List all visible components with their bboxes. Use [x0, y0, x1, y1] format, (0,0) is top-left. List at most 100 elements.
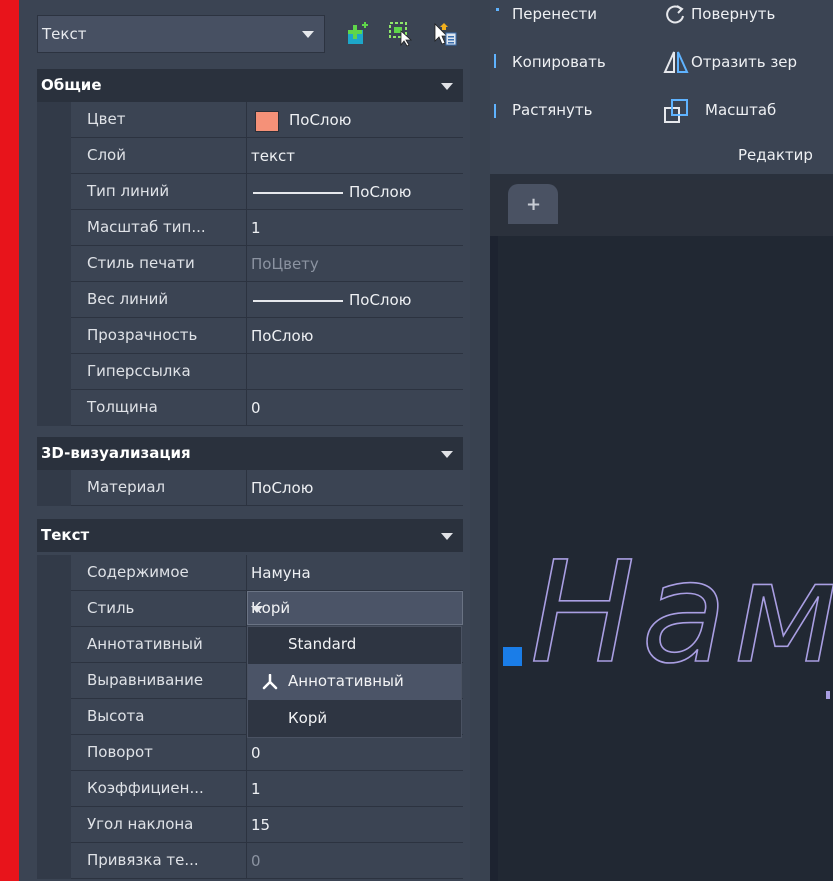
property-row-contents[interactable]: Содержимое Намуна: [37, 555, 463, 591]
chevron-down-icon[interactable]: [251, 606, 263, 613]
text-fragment: [826, 691, 830, 699]
property-label: Прозрачность: [87, 326, 198, 344]
property-label: Материал: [87, 478, 166, 496]
quick-select-icon[interactable]: [432, 21, 458, 47]
collapse-arrow-icon[interactable]: [441, 451, 453, 458]
linetype-preview: [253, 192, 343, 194]
style-dropdown-list[interactable]: Standard Аннотативный Корй: [247, 626, 462, 738]
property-row-linetype[interactable]: Тип линий ПоСлою: [37, 174, 463, 210]
property-value: ПоСлою: [251, 327, 314, 345]
mirror-icon[interactable]: [663, 50, 689, 74]
property-value: ПоСлою: [289, 111, 352, 129]
red-window-border: [0, 0, 19, 881]
property-label: Гиперссылка: [87, 362, 191, 380]
property-label: Содержимое: [87, 563, 189, 581]
property-row-layer[interactable]: Слой текст: [37, 138, 463, 174]
object-type-combo[interactable]: Текст: [37, 15, 325, 53]
property-label: Высота: [87, 707, 145, 725]
mirror-button[interactable]: Отразить зер: [691, 53, 797, 71]
section-title: Текст: [41, 526, 90, 544]
property-row-width-factor[interactable]: Коэффициен... 1: [37, 771, 463, 807]
section-title: Общие: [41, 76, 102, 94]
style-option-annotative[interactable]: Аннотативный: [248, 664, 461, 700]
option-label: Корй: [288, 709, 328, 727]
collapse-arrow-icon[interactable]: [441, 533, 453, 540]
property-row-plot-style[interactable]: Стиль печати ПоЦвету: [37, 246, 463, 282]
property-value: ПоСлою: [349, 291, 412, 309]
property-row-thickness[interactable]: Толщина 0: [37, 390, 463, 426]
property-row-linetype-scale[interactable]: Масштаб тип... 1: [37, 210, 463, 246]
object-type-value: Текст: [42, 25, 87, 43]
property-row-style[interactable]: Стиль Корй: [37, 591, 463, 627]
section-3d-visualization[interactable]: 3D-визуализация: [37, 437, 463, 470]
property-label: Угол наклона: [87, 815, 194, 833]
property-row-material[interactable]: Материал ПоСлою: [37, 470, 463, 506]
select-objects-icon[interactable]: [388, 21, 414, 47]
collapse-arrow-icon[interactable]: [441, 83, 453, 90]
property-label: Вес линий: [87, 290, 169, 308]
new-tab-button[interactable]: +: [508, 184, 558, 224]
rotate-icon[interactable]: [663, 3, 687, 27]
property-value: 1: [251, 219, 261, 237]
text-object[interactable]: Нам: [498, 236, 833, 881]
property-value: Намуна: [251, 564, 311, 582]
property-label: Цвет: [87, 110, 126, 128]
chevron-down-icon[interactable]: [302, 31, 314, 38]
property-row-text-alignment[interactable]: Привязка те... 0: [37, 843, 463, 879]
drawing-canvas[interactable]: Нам: [498, 236, 833, 881]
property-value: ПоСлою: [349, 183, 412, 201]
canvas-text[interactable]: Нам: [529, 531, 833, 696]
section-title: 3D-визуализация: [41, 444, 191, 462]
scale-button[interactable]: Масштаб: [705, 101, 776, 119]
property-row-hyperlink[interactable]: Гиперссылка: [37, 354, 463, 390]
insertion-grip[interactable]: [503, 647, 522, 666]
stretch-button[interactable]: Растянуть: [512, 101, 593, 119]
section-general[interactable]: Общие: [37, 69, 463, 102]
property-row-color[interactable]: Цвет ПоСлою: [37, 102, 463, 138]
toggle-pickadd-icon[interactable]: [345, 21, 371, 47]
property-label: Аннотативный: [87, 635, 203, 653]
file-tab-strip: +: [490, 180, 833, 236]
property-value: 0: [251, 744, 261, 762]
property-row-oblique-angle[interactable]: Угол наклона 15: [37, 807, 463, 843]
property-row-transparency[interactable]: Прозрачность ПоСлою: [37, 318, 463, 354]
style-select[interactable]: Корй: [247, 591, 463, 625]
scale-icon[interactable]: [663, 98, 689, 124]
move-icon[interactable]: [496, 8, 499, 11]
property-row-lineweight[interactable]: Вес линий ПоСлою: [37, 282, 463, 318]
property-value: текст: [251, 147, 296, 165]
section-text[interactable]: Текст: [37, 519, 463, 552]
copy-icon[interactable]: [494, 54, 501, 68]
plus-icon: +: [526, 194, 542, 215]
ribbon-panel-title[interactable]: Редактир: [738, 146, 813, 164]
move-button[interactable]: Перенести: [512, 5, 597, 23]
option-label: Аннотативный: [288, 672, 404, 690]
property-label: Тип линий: [87, 182, 170, 200]
property-label: Стиль печати: [87, 254, 195, 272]
style-option-koriy[interactable]: Корй: [248, 701, 461, 737]
property-value: ПоСлою: [251, 479, 314, 497]
property-row-rotation[interactable]: Поворот 0: [37, 735, 463, 771]
style-option-standard[interactable]: Standard: [248, 627, 461, 663]
property-value: 0: [251, 399, 261, 417]
property-value: 0: [251, 852, 261, 870]
property-label: Выравнивание: [87, 671, 204, 689]
annotative-icon: [262, 674, 278, 690]
property-value: 15: [251, 816, 271, 834]
property-label: Коэффициен...: [87, 779, 204, 797]
property-label: Поворот: [87, 743, 153, 761]
rotate-button[interactable]: Повернуть: [691, 5, 775, 23]
property-label: Толщина: [87, 398, 158, 416]
stretch-icon[interactable]: [494, 104, 500, 118]
lineweight-preview: [253, 300, 343, 302]
property-value: 1: [251, 780, 261, 798]
property-label: Масштаб тип...: [87, 218, 206, 236]
property-label: Слой: [87, 146, 126, 164]
palette-scroll-area[interactable]: [470, 0, 490, 881]
property-label: Привязка те...: [87, 851, 199, 869]
option-label: Standard: [288, 635, 357, 653]
property-label: Стиль: [87, 599, 135, 617]
property-value: ПоЦвету: [251, 255, 319, 273]
color-swatch: [255, 111, 279, 132]
copy-button[interactable]: Копировать: [512, 53, 606, 71]
